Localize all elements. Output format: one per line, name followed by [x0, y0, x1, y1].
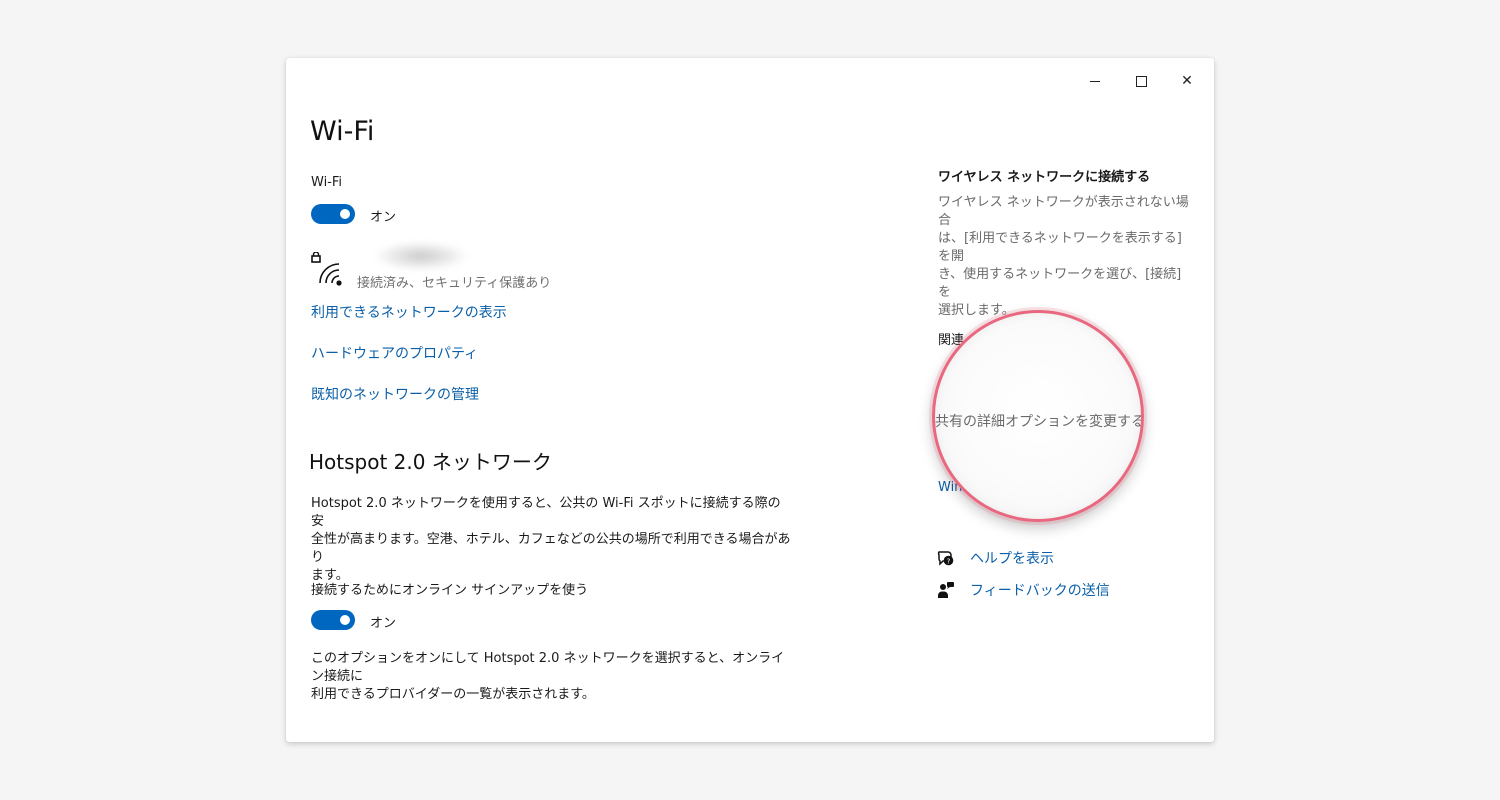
- magnifier-highlight: 共有の詳細オプションを変更する: [932, 310, 1144, 522]
- advanced-sharing-options-link[interactable]: 共有の詳細オプションを変更する: [935, 411, 1141, 431]
- minimize-button[interactable]: [1072, 66, 1118, 96]
- wifi-label: Wi-Fi: [311, 175, 343, 190]
- page-title: Wi-Fi: [310, 116, 375, 147]
- feedback-person-icon: [936, 580, 956, 600]
- help-row[interactable]: ? ヘルプを表示: [936, 548, 1054, 568]
- wifi-toggle-state: オン: [370, 210, 397, 225]
- settings-window: ✕ Wi-Fi Wi-Fi オン 接続済み、セキュリティ保護あり 利用できるネッ…: [286, 58, 1214, 742]
- feedback-row[interactable]: フィードバックの送信: [936, 580, 1110, 600]
- manage-known-networks-link[interactable]: 既知のネットワークの管理: [311, 384, 479, 404]
- help-chat-icon: ?: [936, 548, 956, 568]
- show-networks-link[interactable]: 利用できるネットワークの表示: [311, 302, 507, 322]
- maximize-button[interactable]: [1118, 66, 1164, 96]
- connection-status: 接続済み、セキュリティ保護あり: [357, 276, 552, 291]
- hotspot-description-line: Hotspot 2.0 ネットワークを使用すると、公共の Wi-Fi スポットに…: [311, 496, 781, 529]
- maximize-icon: [1135, 75, 1147, 87]
- toggle-knob: [340, 615, 350, 625]
- connect-description-line: ワイヤレス ネットワークが表示されない場合: [938, 195, 1189, 228]
- connect-wireless-heading: ワイヤレス ネットワークに接続する: [938, 170, 1151, 185]
- wifi-lock-icon: [310, 251, 346, 288]
- online-signup-label: 接続するためにオンライン サインアップを使う: [311, 583, 589, 598]
- toggle-knob: [340, 209, 350, 219]
- hotspot-description: Hotspot 2.0 ネットワークを使用すると、公共の Wi-Fi スポットに…: [311, 495, 791, 585]
- hardware-properties-link[interactable]: ハードウェアのプロパティ: [311, 343, 478, 363]
- hotspot-note-line: このオプションをオンにして Hotspot 2.0 ネットワークを選択すると、オ…: [311, 651, 785, 684]
- svg-text:?: ?: [947, 557, 951, 565]
- help-link[interactable]: ヘルプを表示: [970, 548, 1054, 568]
- connect-description-line: は、[利用できるネットワークを表示する] を開: [938, 231, 1182, 264]
- close-icon: ✕: [1181, 73, 1193, 89]
- hotspot-heading: Hotspot 2.0 ネットワーク: [309, 450, 552, 474]
- close-button[interactable]: ✕: [1164, 66, 1210, 96]
- hotspot-note: このオプションをオンにして Hotspot 2.0 ネットワークを選択すると、オ…: [311, 650, 791, 704]
- hotspot-description-line: 全性が高まります。空港、ホテル、カフェなどの公共の場所で利用できる場合があり: [311, 532, 791, 565]
- feedback-link[interactable]: フィードバックの送信: [970, 580, 1110, 600]
- minimize-icon: [1090, 80, 1100, 82]
- online-signup-toggle-state: オン: [370, 616, 397, 631]
- connect-description-line: き、使用するネットワークを選び、[接続] を: [938, 267, 1182, 300]
- online-signup-toggle[interactable]: [311, 610, 355, 630]
- connect-wireless-description: ワイヤレス ネットワークが表示されない場合 は、[利用できるネットワークを表示す…: [938, 194, 1194, 320]
- network-name-redacted: [376, 242, 466, 270]
- wifi-toggle[interactable]: [311, 204, 355, 224]
- hotspot-note-line: 利用できるプロバイダーの一覧が表示されます。: [311, 687, 595, 702]
